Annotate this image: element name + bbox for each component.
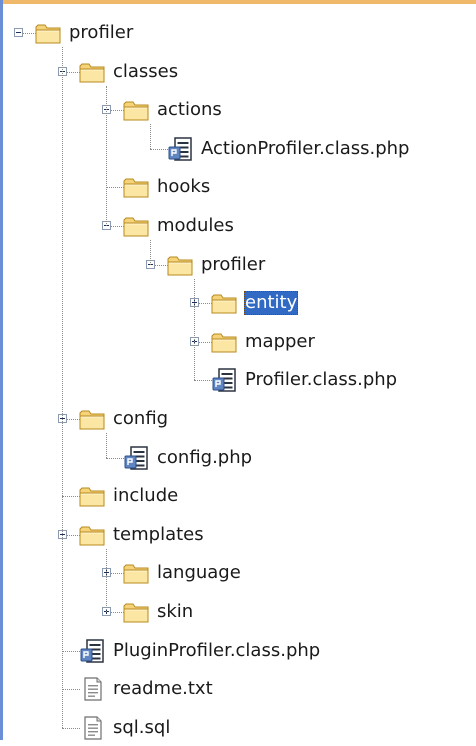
tree-node-file-pluginprofiler-class-php[interactable]: PluginProfiler.class.php [0, 635, 476, 667]
tree-node-label: config [113, 408, 169, 429]
tree-node-folder-classes[interactable]: classes [0, 56, 476, 88]
tree-node-file-profiler-class-php[interactable]: Profiler.class.php [0, 364, 476, 396]
folder-icon [78, 405, 106, 433]
folder-icon [78, 58, 106, 86]
folder-icon [122, 96, 150, 124]
tree-node-label: PluginProfiler.class.php [113, 640, 321, 661]
tree-node-label: skin [157, 601, 194, 622]
tree-connector-line [194, 279, 195, 380]
text-file-icon [78, 675, 106, 703]
tree-node-folder-include[interactable]: include [0, 480, 476, 512]
tree-node-folder-language[interactable]: language [0, 557, 476, 589]
tree-node-folder-mapper[interactable]: mapper [0, 326, 476, 358]
tree-node-file-config-php[interactable]: config.php [0, 442, 476, 474]
tree-connector-line [106, 549, 107, 612]
tree-node-folder-profiler[interactable]: profiler [0, 249, 476, 281]
folder-icon [78, 521, 106, 549]
tree-node-label: language [157, 562, 241, 583]
php-file-icon [78, 637, 106, 665]
folder-icon [122, 173, 150, 201]
file-tree[interactable]: profiler classes actions ActionProfiler.cla… [0, 0, 476, 740]
folder-icon [122, 212, 150, 240]
tree-node-label: entity [244, 291, 299, 315]
folder-icon [122, 559, 150, 587]
tree-connector-line [150, 240, 151, 265]
tree-node-label: mapper [245, 331, 315, 352]
tree-node-folder-config[interactable]: config [0, 403, 476, 435]
php-file-icon [210, 366, 238, 394]
tree-node-label: Profiler.class.php [245, 369, 398, 390]
tree-node-file-actionprofiler-class-php[interactable]: ActionProfiler.class.php [0, 133, 476, 165]
folder-icon [210, 328, 238, 356]
tree-node-folder-actions[interactable]: actions [0, 94, 476, 126]
php-file-icon [122, 444, 150, 472]
tree-node-folder-entity[interactable]: entity [0, 287, 476, 319]
tree-connector-line [62, 47, 63, 728]
tree-node-label: profiler [201, 254, 266, 275]
collapse-toggle[interactable] [14, 28, 23, 37]
tree-node-label: templates [113, 524, 204, 545]
tree-node-label: hooks [157, 176, 211, 197]
tree-connector-line [150, 124, 151, 149]
tree-node-label: profiler [69, 22, 134, 43]
tree-node-label: readme.txt [113, 678, 213, 699]
tree-node-label: classes [113, 61, 179, 82]
tree-node-folder-templates[interactable]: templates [0, 519, 476, 551]
folder-icon [166, 251, 194, 279]
tree-node-label: include [113, 485, 179, 506]
tree-node-file-readme-txt[interactable]: readme.txt [0, 673, 476, 705]
tree-node-label: ActionProfiler.class.php [201, 138, 410, 159]
tree-node-label: actions [157, 99, 222, 120]
tree-node-file-sql-sql[interactable]: sql.sql [0, 712, 476, 744]
tree-node-label: sql.sql [113, 717, 171, 738]
tree-node-folder-skin[interactable]: skin [0, 596, 476, 628]
text-file-icon [78, 714, 106, 742]
tree-node-folder-profiler[interactable]: profiler [0, 17, 476, 49]
php-file-icon [166, 135, 194, 163]
folder-icon [122, 598, 150, 626]
tree-connector-line [106, 433, 107, 458]
folder-icon [34, 19, 62, 47]
folder-icon [210, 289, 238, 317]
tree-node-label: modules [157, 215, 234, 236]
tree-node-folder-modules[interactable]: modules [0, 210, 476, 242]
folder-icon [78, 482, 106, 510]
tree-connector-line [106, 86, 107, 226]
tree-node-label: config.php [157, 447, 253, 468]
tree-node-folder-hooks[interactable]: hooks [0, 171, 476, 203]
